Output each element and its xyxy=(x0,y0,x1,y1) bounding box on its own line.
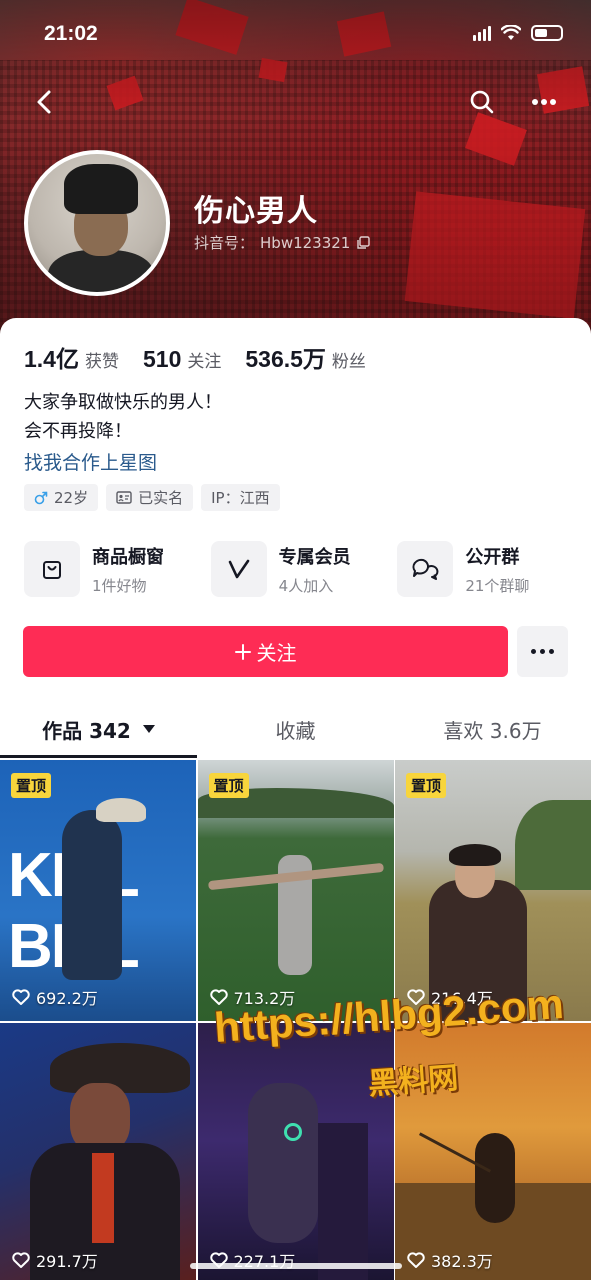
feature-product-window[interactable]: 商品橱窗 1件好物 xyxy=(24,541,211,597)
id-card-icon xyxy=(116,491,132,504)
douyin-id-label: 抖音号： xyxy=(194,234,255,252)
ip-text: IP：江西 xyxy=(211,489,270,507)
follow-label: 关注 xyxy=(256,641,297,665)
video-thumbnail[interactable]: 置顶 713.2万 xyxy=(197,760,394,1021)
search-button[interactable] xyxy=(460,80,504,124)
more-horizontal-icon xyxy=(532,99,556,105)
chat-bubbles-icon xyxy=(412,558,439,580)
tab-label: 喜欢 3.6万 xyxy=(443,718,542,743)
content-tabs: 作品 342 收藏 喜欢 3.6万 xyxy=(0,700,591,758)
wifi-icon xyxy=(501,25,521,40)
likes-count-text: 291.7万 xyxy=(36,1252,98,1271)
tab-label: 收藏 xyxy=(275,718,316,743)
heart-icon xyxy=(407,1252,425,1268)
ip-tag: IP：江西 xyxy=(201,484,280,511)
feature-sub: 21个群聊 xyxy=(465,576,530,595)
douyin-id[interactable]: 抖音号： Hbw123321 xyxy=(194,232,371,253)
video-likes: 382.3万 xyxy=(407,1248,493,1272)
pinned-badge: 置顶 xyxy=(406,773,447,798)
cellular-signal-icon xyxy=(473,25,491,41)
watermark-name: 黑料网 xyxy=(367,1060,460,1103)
tab-label: 作品 342 xyxy=(42,718,131,743)
likes-count: 1.4亿 xyxy=(24,346,79,372)
tab-works[interactable]: 作品 342 xyxy=(0,700,197,758)
heart-icon xyxy=(12,1252,30,1268)
video-likes: 291.7万 xyxy=(12,1248,98,1272)
douyin-id-value: Hbw123321 xyxy=(260,233,351,252)
dropdown-arrow-icon xyxy=(142,725,155,733)
back-button[interactable] xyxy=(22,80,66,124)
pinned-badge: 置顶 xyxy=(11,773,52,798)
follow-button[interactable]: 关注 xyxy=(23,626,508,677)
following-label[interactable]: 关注 xyxy=(187,347,221,372)
age-tag: 22岁 xyxy=(24,484,99,511)
feature-public-group[interactable]: 公开群 21个群聊 xyxy=(397,541,584,597)
feature-row: 商品橱窗 1件好物 专属会员 4人加入 公开群 21个群聊 xyxy=(24,541,584,597)
search-icon xyxy=(470,90,494,114)
tab-liked[interactable]: 喜欢 3.6万 xyxy=(394,700,591,758)
male-icon xyxy=(34,491,48,504)
likes-label: 获赞 xyxy=(84,352,119,372)
bio-line: 大家争取做快乐的男人！ xyxy=(24,392,222,413)
feature-sub: 4人加入 xyxy=(278,576,334,595)
video-thumbnail[interactable]: 227.1万 xyxy=(197,1023,394,1280)
battery-icon xyxy=(531,25,563,41)
followers-label[interactable]: 粉丝 xyxy=(332,347,366,372)
profile-tags: 22岁 已实名 IP：江西 xyxy=(24,484,280,511)
bio-line: 会不再投降！ xyxy=(24,421,132,442)
v-member-icon xyxy=(228,559,249,579)
profile-stats: 1.4亿 获赞 510 关注 536.5万 粉丝 xyxy=(24,340,390,374)
avatar[interactable] xyxy=(24,150,170,296)
following-count[interactable]: 510 xyxy=(143,346,181,373)
business-link[interactable]: 找我合作上星图 xyxy=(24,448,157,475)
feature-sub: 1件好物 xyxy=(92,576,147,595)
status-bar: 21:02 xyxy=(0,0,591,64)
video-likes: 692.2万 xyxy=(12,985,98,1009)
plus-icon xyxy=(234,643,251,660)
video-thumbnail[interactable]: KILL BILL 置顶 692.2万 xyxy=(0,760,196,1021)
heart-icon xyxy=(12,989,30,1005)
shopping-bag-icon xyxy=(43,561,61,579)
pinned-badge: 置顶 xyxy=(208,773,249,798)
verified-text: 已实名 xyxy=(138,489,184,507)
feature-title: 公开群 xyxy=(465,546,520,568)
likes-count-text: 692.2万 xyxy=(36,989,98,1008)
likes-count-text: 382.3万 xyxy=(431,1252,493,1271)
followers-count[interactable]: 536.5万 xyxy=(245,340,326,374)
video-thumbnail[interactable]: 291.7万 xyxy=(0,1023,196,1280)
status-time: 21:02 xyxy=(44,22,98,45)
more-options-button[interactable] xyxy=(522,80,566,124)
feature-membership[interactable]: 专属会员 4人加入 xyxy=(210,541,398,597)
back-arrow-icon xyxy=(37,90,51,114)
more-actions-button[interactable] xyxy=(517,626,568,677)
verified-tag: 已实名 xyxy=(106,484,194,511)
feature-title: 专属会员 xyxy=(278,546,351,568)
age-text: 22岁 xyxy=(54,489,89,507)
bio: 大家争取做快乐的男人！ 会不再投降！ xyxy=(24,388,222,446)
feature-title: 商品橱窗 xyxy=(92,546,164,568)
copy-icon[interactable] xyxy=(356,235,371,250)
profile-name: 伤心男人 xyxy=(194,194,318,229)
tab-favorites[interactable]: 收藏 xyxy=(197,700,394,758)
home-indicator[interactable] xyxy=(190,1263,402,1269)
